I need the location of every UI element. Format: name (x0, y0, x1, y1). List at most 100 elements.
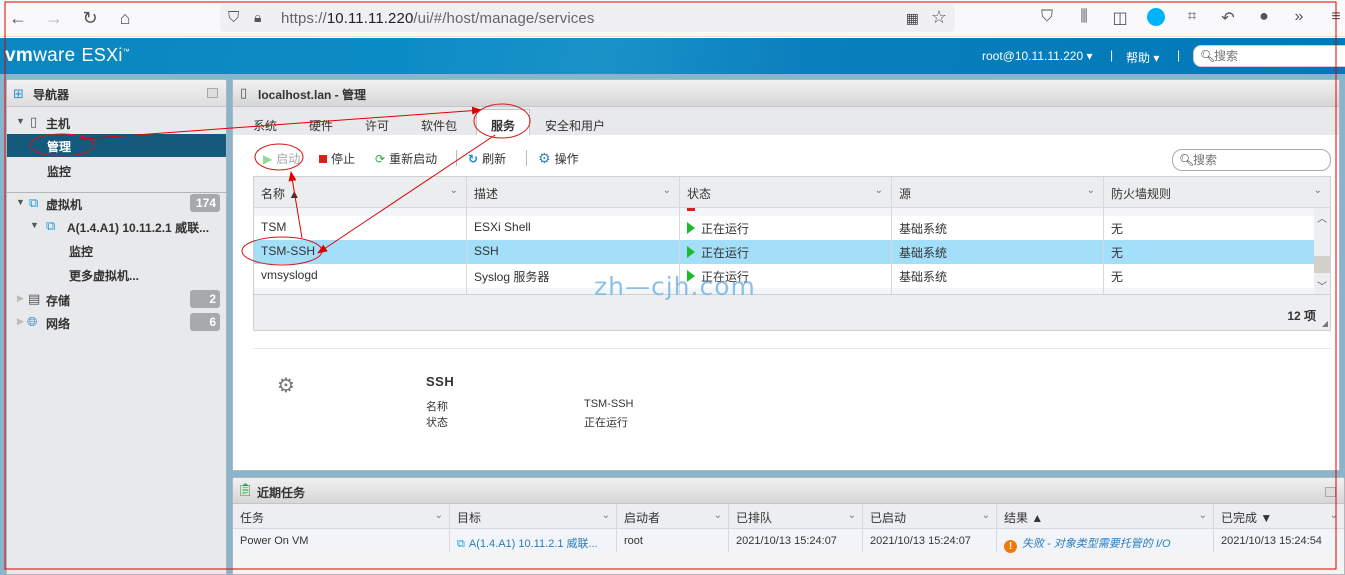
column-header-status[interactable]: 状态 ⌄ (680, 177, 892, 208)
column-header-name[interactable]: 名称 ▲ ⌄ (254, 177, 467, 208)
reload-button[interactable]: ↻ (80, 8, 100, 28)
table-row[interactable]: TSM ESXi Shell 正在运行 基础系统 无 (254, 216, 1314, 240)
chevron-down-icon[interactable]: ⌄ (663, 185, 671, 196)
nav-item-host[interactable]: ▼ ▯ 主机 (7, 111, 226, 134)
minimize-icon[interactable] (207, 88, 218, 98)
column-header-target[interactable]: 目标 ⌄ (450, 504, 617, 529)
tab-packages[interactable]: 软件包 (421, 113, 457, 135)
chevron-down-icon[interactable]: ⌄ (1314, 185, 1322, 196)
toolbar-separator (526, 150, 527, 166)
chevron-down-icon[interactable]: ⌄ (435, 510, 443, 521)
task-initiator: root (617, 529, 729, 552)
restart-icon: ⟳ (375, 152, 386, 166)
scroll-up-icon[interactable]: ︿ (1317, 210, 1327, 225)
sidebar-icon[interactable]: ◫ (1109, 8, 1131, 28)
column-header-completed[interactable]: 已完成 ▼ ⌄ (1214, 504, 1344, 529)
nav-item-vm-monitor[interactable]: 监控 (7, 239, 226, 262)
forward-button[interactable]: → (44, 8, 64, 28)
expand-right-icon[interactable]: ▶ (17, 316, 24, 327)
services-search[interactable]: 🔍︎ (1172, 149, 1331, 171)
expand-right-icon[interactable]: ▶ (17, 293, 24, 304)
help-menu[interactable]: 帮助 ▾ (1126, 49, 1159, 66)
nav-item-storage[interactable]: ▶ ▤ 存储 2 (7, 288, 226, 311)
chevron-down-icon[interactable]: ⌄ (714, 510, 722, 521)
task-result-link[interactable]: ! 失败 - 对象类型需要托管的 I/O (997, 529, 1214, 553)
global-search[interactable]: 🔍︎ (1193, 45, 1345, 67)
refresh-button[interactable]: ↻ 刷新 (468, 150, 506, 167)
task-started: 2021/10/13 15:24:07 (863, 529, 997, 552)
user-menu[interactable]: root@10.11.11.220 ▾ (982, 49, 1093, 63)
detail-name-label: 名称 (426, 401, 448, 413)
chevron-down-icon[interactable]: ⌄ (1087, 185, 1095, 196)
storage-icon: ▤ (28, 291, 41, 306)
back-button[interactable]: ← (8, 8, 28, 28)
column-header-result[interactable]: 结果 ▲ ⌄ (997, 504, 1214, 529)
table-row-selected[interactable]: TSM-SSH SSH 正在运行 基础系统 无 (254, 240, 1314, 264)
stop-button[interactable]: 停止 (319, 150, 355, 167)
column-header-description[interactable]: 描述 ⌄ (467, 177, 680, 208)
menu-icon[interactable]: ≡ (1325, 8, 1345, 26)
url-text[interactable]: https://10.11.11.220/ui/#/host/manage/se… (281, 10, 594, 27)
task-queued: 2021/10/13 15:24:07 (729, 529, 863, 552)
column-header-started[interactable]: 已启动 ⌄ (863, 504, 997, 529)
services-search-input[interactable] (1193, 153, 1313, 167)
qr-code-icon[interactable]: ▦ (906, 10, 919, 27)
detail-status-label: 状态 (426, 417, 448, 429)
column-header-queued[interactable]: 已排队 ⌄ (729, 504, 863, 529)
services-grid: 名称 ▲ ⌄ 描述 ⌄ 状态 ⌄ 源 ⌄ 防火墙规则 ⌄ TSM ESXi Shell 正… (253, 176, 1331, 331)
grid-scrollbar[interactable]: ︿ ﹀ (1314, 208, 1330, 294)
tab-hardware[interactable]: 硬件 (309, 113, 333, 135)
expand-down-icon[interactable]: ▼ (16, 116, 25, 126)
column-header-firewall[interactable]: 防火墙规则 ⌄ (1104, 177, 1330, 208)
nav-item-network[interactable]: ▶ 🌐︎ 网络 6 (7, 311, 226, 334)
undo-icon[interactable]: ↶ (1217, 8, 1239, 28)
column-header-source[interactable]: 源 ⌄ (892, 177, 1104, 208)
home-button[interactable]: ⌂ (115, 8, 135, 28)
resize-grip-icon[interactable]: ◢ (1322, 319, 1328, 328)
actions-button[interactable]: ⚙ 操作 (538, 150, 579, 167)
scroll-down-icon[interactable]: ﹀ (1317, 278, 1327, 293)
extension-icon[interactable]: ● (1253, 8, 1275, 26)
tab-system[interactable]: 系统 (253, 113, 277, 135)
tab-services[interactable]: 服务 (476, 109, 531, 135)
expand-down-icon[interactable]: ▼ (16, 197, 25, 207)
chevron-down-icon[interactable]: ⌄ (848, 510, 856, 521)
expand-down-icon[interactable]: ▼ (30, 220, 39, 230)
tab-security-users[interactable]: 安全和用户 (545, 113, 605, 135)
scroll-thumb[interactable] (1314, 256, 1330, 273)
chevron-down-icon[interactable]: ⌄ (875, 185, 883, 196)
crop-icon[interactable]: ⌗ (1181, 8, 1203, 26)
overflow-icon[interactable]: » (1288, 8, 1310, 26)
item-count: 12 项 (1287, 309, 1316, 323)
chevron-down-icon[interactable]: ⌄ (450, 185, 458, 196)
table-row[interactable]: vmsyslogd Syslog 服务器 正在运行 基础系统 无 (254, 264, 1314, 288)
recent-tasks-panel: 📋︎ 近期任务 任务 ⌄ 目标 ⌄ 启动者 ⌄ 已排队 ⌄ 已启动 ⌄ 结果 ▲ ⌄ 已完成… (232, 477, 1345, 575)
address-bar[interactable]: ⛉ 🔒︎ https://10.11.11.220/ui/#/host/mana… (220, 4, 955, 32)
task-target-link[interactable]: ⧉ A(1.4.A1) 10.11.2.1 威联... (450, 529, 617, 552)
chevron-down-icon[interactable]: ⌄ (982, 510, 990, 521)
host-icon: ▯ (240, 85, 248, 100)
nav-item-vm-a1[interactable]: ▼ ⧉ A(1.4.A1) 10.11.2.1 威联... (7, 215, 226, 238)
chevron-down-icon[interactable]: ⌄ (602, 510, 610, 521)
chevron-down-icon[interactable]: ⌄ (1199, 510, 1207, 521)
table-row[interactable] (254, 208, 1314, 216)
restart-button[interactable]: ⟳ 重新启动 (375, 150, 437, 167)
start-button[interactable]: ▶ 启动 (263, 150, 300, 167)
nav-item-monitor[interactable]: 监控 (7, 159, 226, 182)
chevron-down-icon[interactable]: ⌄ (1330, 510, 1338, 521)
pocket-icon[interactable]: ⛉ (1036, 8, 1058, 26)
global-search-input[interactable] (1214, 48, 1334, 64)
column-header-initiator[interactable]: 启动者 ⌄ (617, 504, 729, 529)
browser-toolbar: ← → ↻ ⌂ ⛉ 🔒︎ https://10.11.11.220/ui/#/h… (0, 0, 1345, 37)
column-header-task[interactable]: 任务 ⌄ (233, 504, 450, 529)
nav-item-manage[interactable]: 管理 (7, 134, 226, 157)
nav-item-more-vms[interactable]: 更多虚拟机... (7, 263, 226, 286)
bookmark-star-icon[interactable]: ☆ (931, 7, 947, 28)
recent-tasks-header: 📋︎ 近期任务 (233, 478, 1344, 504)
minimize-icon[interactable] (1325, 487, 1336, 497)
clipboard-check-icon: 📋︎ (237, 482, 254, 497)
library-icon[interactable]: ⫼ (1073, 8, 1095, 26)
extension-circle-icon[interactable] (1147, 8, 1165, 26)
nav-item-vms[interactable]: ▼ ⧉ 虚拟机 174 (7, 192, 226, 215)
tab-licensing[interactable]: 许可 (365, 113, 389, 135)
